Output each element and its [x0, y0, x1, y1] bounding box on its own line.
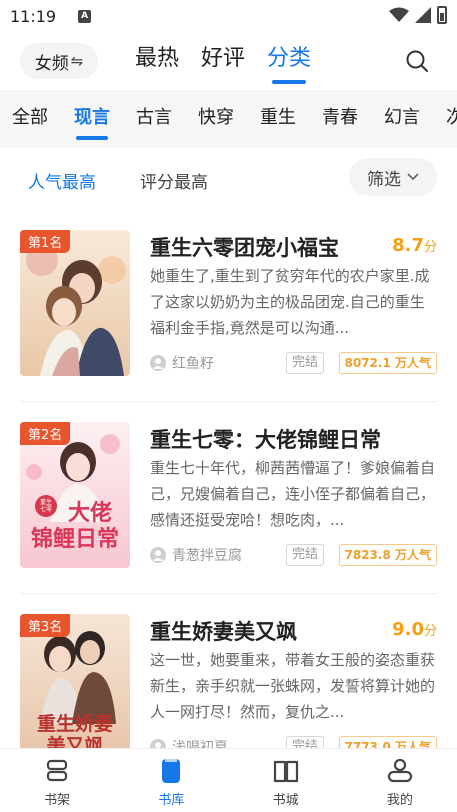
bookstore-icon: [273, 760, 298, 783]
category-bar: 全部 现言 古言 快穿 重生 青春 幻言 次: [0, 90, 457, 148]
category-item-youth[interactable]: 青春: [322, 106, 358, 130]
profile-icon: [387, 758, 412, 783]
book-score: 8.7分: [392, 235, 437, 256]
nav-label: 书架: [44, 793, 71, 808]
svg-text:七零: 七零: [40, 505, 52, 513]
filter-button[interactable]: 筛选: [349, 158, 437, 196]
author-icon: [150, 355, 166, 371]
nav-profile[interactable]: 我的: [343, 749, 457, 812]
signal-icon: [415, 7, 431, 23]
book-description: 这一世，她要重来，带着女王般的姿态重获新生，亲手织就一张蛛网，发誓将算计她的人一…: [150, 651, 435, 721]
nav-label: 我的: [386, 793, 413, 808]
filter-label: 筛选: [367, 169, 401, 190]
category-item-all[interactable]: 全部: [12, 106, 48, 130]
popularity-badge: 8072.1 万人气: [338, 352, 437, 374]
book-cover[interactable]: 第1名: [20, 230, 130, 376]
rank-badge: 第2名: [20, 422, 71, 445]
book-title[interactable]: 重生娇妻美又飒: [150, 616, 297, 646]
battery-icon: [437, 6, 447, 24]
tab-category[interactable]: 分类: [267, 44, 311, 80]
nav-bookstore[interactable]: 书城: [229, 749, 343, 812]
book-card[interactable]: 重生 七零 大佬 锦鲤日常 第2名 重生七零：大佬锦鲤日常 重生七十年代，柳茜茜…: [0, 402, 457, 594]
book-meta: 青葱拌豆腐 完结 7823.8 万人气: [150, 544, 437, 566]
status-badge: 完结: [285, 544, 324, 566]
gender-toggle-button[interactable]: 女频 ⇋: [20, 43, 98, 79]
tab-top-rated[interactable]: 好评: [201, 44, 245, 80]
chevron-down-icon: [407, 173, 419, 181]
status-badge: 完结: [285, 352, 324, 374]
tab-hottest[interactable]: 最热: [135, 44, 179, 80]
book-score: 9.0分: [392, 619, 437, 640]
author-icon: [150, 547, 166, 563]
rank-badge: 第3名: [20, 614, 71, 637]
sort-rating[interactable]: 评分最高: [140, 168, 208, 193]
book-author: 青葱拌豆腐: [172, 548, 242, 564]
category-item-ancient-romance[interactable]: 古言: [136, 106, 172, 130]
book-description: 她重生了,重生到了贫穷年代的农户家里.成了这家以奶奶为主的极品团宠.自己的重生福…: [150, 267, 430, 337]
cover-title-line1: 重生娇妻: [37, 712, 113, 735]
book-cover[interactable]: 重生 七零 大佬 锦鲤日常 第2名: [20, 422, 130, 568]
swap-icon: ⇋: [70, 52, 84, 70]
sort-row: 人气最高 评分最高 筛选: [0, 150, 457, 208]
wifi-icon: [389, 7, 409, 22]
svg-text:重生: 重生: [40, 498, 52, 506]
library-icon: [162, 759, 181, 783]
nav-label: 书城: [272, 793, 299, 808]
book-meta: 红鱼籽 完结 8072.1 万人气: [150, 352, 437, 374]
category-item-secondary[interactable]: 次: [446, 106, 457, 130]
bottom-nav: 书架 书库 书城 我的: [0, 748, 457, 812]
status-time: 11:19: [10, 6, 57, 26]
category-list: 全部 现言 古言 快穿 重生 青春 幻言 次: [12, 106, 457, 130]
book-card[interactable]: 第1名 重生六零团宠小福宝 8.7分 她重生了,重生到了贫穷年代的农户家里.成了…: [0, 210, 457, 402]
popularity-badge: 7823.8 万人气: [338, 544, 437, 566]
category-item-fantasy-romance[interactable]: 幻言: [384, 106, 420, 130]
category-item-quick-transmigration[interactable]: 快穿: [198, 106, 234, 130]
sort-popular[interactable]: 人气最高: [28, 168, 96, 193]
book-cover[interactable]: 重生娇妻 美又飒 第3名: [20, 614, 130, 760]
search-icon[interactable]: [405, 49, 429, 73]
status-icons: [389, 6, 447, 24]
category-item-modern-romance[interactable]: 现言: [74, 106, 110, 130]
nav-bookshelf[interactable]: 书架: [0, 749, 114, 812]
cover-title-line1: 大佬: [68, 500, 112, 526]
gender-toggle-label: 女频: [34, 53, 69, 74]
book-author: 红鱼籽: [172, 356, 214, 372]
bookshelf-icon: [47, 759, 68, 782]
category-item-rebirth[interactable]: 重生: [260, 106, 296, 130]
top-tabs: 最热 好评 分类: [135, 44, 311, 80]
nav-label: 书库: [158, 793, 185, 808]
cover-title-line2: 锦鲤日常: [31, 526, 119, 552]
book-description: 重生七十年代，柳茜茜懵逼了！爹娘偏着自己，兄嫂偏着自己，连小侄子都偏着自己，感情…: [150, 459, 435, 529]
rank-badge: 第1名: [20, 230, 71, 253]
top-header: 女频 ⇋ 最热 好评 分类: [0, 36, 457, 88]
book-title[interactable]: 重生六零团宠小福宝: [150, 232, 339, 262]
notification-icon: A: [78, 9, 92, 23]
book-title[interactable]: 重生七零：大佬锦鲤日常: [150, 424, 381, 454]
status-bar: 11:19 A: [0, 0, 457, 32]
nav-library[interactable]: 书库: [114, 749, 228, 812]
